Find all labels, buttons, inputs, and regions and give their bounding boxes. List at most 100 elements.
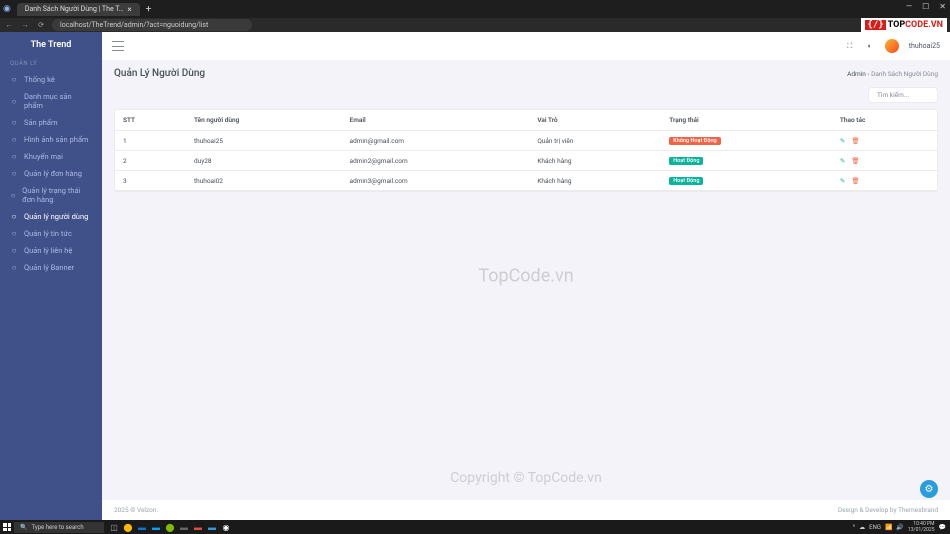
edit-icon[interactable]: ✎ <box>840 157 845 165</box>
th-email: Email <box>342 110 530 131</box>
sidebar-item[interactable]: ○ Thống kê <box>0 71 102 88</box>
sidebar-item[interactable]: ○ Quản lý liên hệ <box>0 242 102 259</box>
tray-volume-icon[interactable]: 🔊 <box>896 524 903 531</box>
edit-icon[interactable]: ✎ <box>840 177 845 185</box>
sidebar-label: Quản lý liên hệ <box>24 246 72 255</box>
taskbar: 🔍Type here to search ◫ ⬤ ▬ ▬ ⬤ ▬ ▬ ▬ ◉ ^… <box>0 520 950 534</box>
sidebar-icon: ○ <box>10 153 18 161</box>
sidebar-section-label: QUẢN LÝ <box>0 60 102 71</box>
tray-cloud-icon[interactable]: ☁ <box>859 524 865 531</box>
sidebar-icon: ○ <box>10 119 18 127</box>
reload-button[interactable]: ⟳ <box>36 21 46 29</box>
taskbar-app[interactable]: ◉ <box>220 521 232 533</box>
page-title: Quản Lý Người Dùng <box>114 68 205 79</box>
sidebar-label: Quản lý tin tức <box>24 229 72 238</box>
search-icon: 🔍 <box>20 524 27 531</box>
delete-icon[interactable]: 🗑 <box>851 177 859 185</box>
close-icon[interactable]: ✕ <box>939 2 946 11</box>
forward-button[interactable]: → <box>20 21 30 29</box>
sidebar-item[interactable]: ○ Danh mục sản phẩm <box>0 88 102 114</box>
footer: 2025 © Velzon. Design & Develop by Theme… <box>102 500 950 520</box>
settings-fab[interactable]: ⚙ <box>920 480 938 498</box>
table-row: 2duy28admin2@gmail.comKhách hàngHoạt Độn… <box>115 151 937 171</box>
sidebar-icon: ○ <box>10 170 18 178</box>
username: thuhoai25 <box>909 42 940 50</box>
sidebar-icon: ○ <box>10 213 18 221</box>
taskbar-app[interactable]: ▬ <box>178 521 190 533</box>
delete-icon[interactable]: 🗑 <box>851 157 859 165</box>
sidebar-icon: ○ <box>10 191 16 199</box>
tab-title: Danh Sách Người Dùng | The T… <box>25 5 124 13</box>
browser-tab[interactable]: Danh Sách Người Dùng | The T… × <box>17 3 140 16</box>
table-row: 1thuhoai25admin@gmail.comQuản trị viênKh… <box>115 131 937 151</box>
taskbar-app[interactable]: ▬ <box>206 521 218 533</box>
taskbar-app[interactable]: ⬤ <box>122 521 134 533</box>
tab-favicon: ◉ <box>3 4 11 14</box>
th-role: Vai Trò <box>529 110 661 131</box>
sidebar-item[interactable]: ○ Khuyến mại <box>0 148 102 165</box>
taskbar-app[interactable]: ⬤ <box>164 521 176 533</box>
close-tab-icon[interactable]: × <box>127 5 131 14</box>
start-button[interactable] <box>0 520 14 534</box>
new-tab-button[interactable]: + <box>146 4 152 15</box>
address-bar[interactable]: localhost/TheTrend/admin/?act=nguoidung/… <box>52 19 252 31</box>
tray-wifi-icon[interactable]: 📶 <box>885 524 892 531</box>
sidebar: The Trend QUẢN LÝ ○ Thống kê ○ Danh mục sản… <box>0 32 102 520</box>
edit-icon[interactable]: ✎ <box>840 137 845 145</box>
brand: The Trend <box>0 40 102 50</box>
taskbar-search[interactable]: 🔍Type here to search <box>14 522 104 533</box>
tray-lang[interactable]: ENG <box>869 524 881 531</box>
sidebar-label: Danh mục sản phẩm <box>24 92 92 110</box>
taskbar-app[interactable]: ▬ <box>136 521 148 533</box>
sidebar-item[interactable]: ○ Sản phẩm <box>0 114 102 131</box>
sidebar-icon: ○ <box>10 230 18 238</box>
tray-clock[interactable]: 10:40 PM 13/01/2025 <box>908 521 935 533</box>
search-input[interactable]: Tìm kiếm... <box>868 87 938 103</box>
tray-notification-icon[interactable]: 💬 <box>939 524 946 531</box>
th-stt: STT <box>115 110 186 131</box>
sidebar-item[interactable]: ○ Hình ảnh sản phẩm <box>0 131 102 148</box>
sidebar-icon: ○ <box>10 247 18 255</box>
status-badge: Hoạt Động <box>669 177 703 185</box>
sidebar-label: Hình ảnh sản phẩm <box>24 135 89 144</box>
sidebar-item[interactable]: ○ Quản lý người dùng <box>0 208 102 225</box>
th-name: Tên người dùng <box>186 110 342 131</box>
status-badge: Không Hoạt Động <box>669 137 720 145</box>
sidebar-item[interactable]: ○ Quản lý tin tức <box>0 225 102 242</box>
minimize-icon[interactable]: — <box>906 2 912 11</box>
sidebar-icon: ○ <box>10 264 18 272</box>
table-row: 3thuhoai02admin3@gmail.comKhách hàngHoạt… <box>115 171 937 191</box>
url-text: localhost/TheTrend/admin/?act=nguoidung/… <box>60 21 208 29</box>
th-status: Trạng thái <box>661 110 832 131</box>
theme-icon[interactable]: ◐ <box>865 41 875 51</box>
topbar: ⛶ ◐ thuhoai25 <box>102 32 950 60</box>
back-button[interactable]: ← <box>4 21 14 29</box>
delete-icon[interactable]: 🗑 <box>851 137 859 145</box>
sidebar-label: Sản phẩm <box>24 118 58 127</box>
th-action: Thao tác <box>832 110 937 131</box>
sidebar-item[interactable]: ○ Quản lý đơn hàng <box>0 165 102 182</box>
sidebar-label: Khuyến mại <box>24 152 63 161</box>
taskbar-app[interactable]: ▬ <box>150 521 162 533</box>
avatar[interactable] <box>885 39 899 53</box>
sidebar-icon: ○ <box>10 136 18 144</box>
taskbar-app[interactable]: ▬ <box>192 521 204 533</box>
sidebar-label: Quản lý đơn hàng <box>24 169 82 178</box>
fullscreen-icon[interactable]: ⛶ <box>845 41 855 51</box>
sidebar-label: Quản lý Banner <box>24 263 74 272</box>
tray-chevron-icon[interactable]: ^ <box>853 524 856 531</box>
taskbar-app[interactable]: ◫ <box>108 521 120 533</box>
breadcrumb: Admin › Danh Sách Người Dùng <box>847 70 938 78</box>
hamburger-icon[interactable] <box>112 41 124 51</box>
sidebar-icon: ○ <box>10 97 18 105</box>
sidebar-item[interactable]: ○ Quản lý trạng thái đơn hàng <box>0 182 102 208</box>
sidebar-item[interactable]: ○ Quản lý Banner <box>0 259 102 276</box>
sidebar-label: Quản lý người dùng <box>24 212 88 221</box>
sidebar-icon: ○ <box>10 76 18 84</box>
maximize-icon[interactable]: ☐ <box>922 2 929 11</box>
topcode-logo: {/} TOPCODE.VN <box>861 18 947 32</box>
users-table: STT Tên người dùng Email Vai Trò Trạng t… <box>115 110 937 191</box>
sidebar-label: Quản lý trạng thái đơn hàng <box>22 186 92 204</box>
status-badge: Hoạt Động <box>669 157 703 165</box>
sidebar-label: Thống kê <box>24 75 55 84</box>
